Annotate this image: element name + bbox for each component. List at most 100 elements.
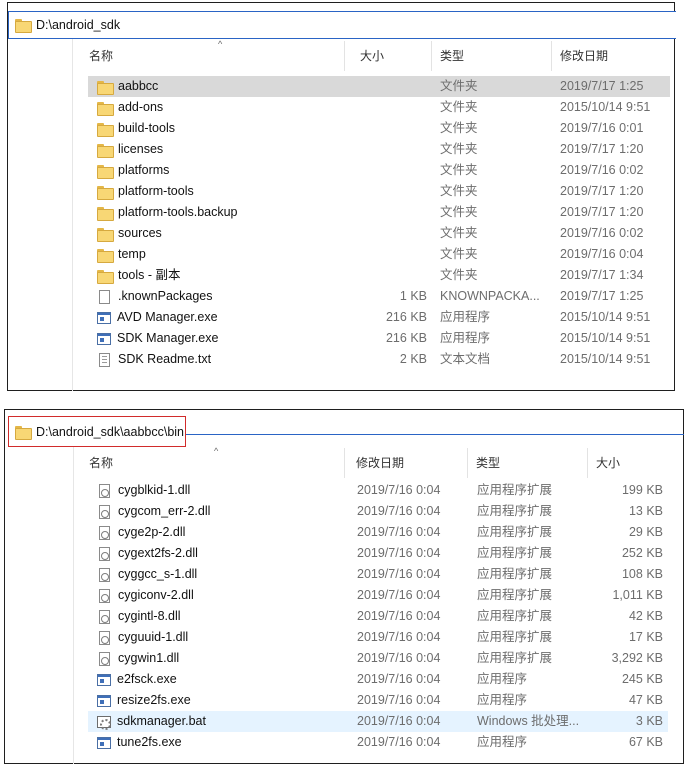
file-type: 文本文档 [440,352,491,366]
file-size: 3,292 KB [611,651,663,665]
file-row[interactable]: cygcom_err-2.dll 2019/7/16 0:04 应用程序扩展 13 K… [88,501,668,522]
file-type: 应用程序 [440,310,491,324]
file-size: 13 KB [628,504,663,518]
explorer-window-bin: D:\android_sdk\aabbcc\bin ^ 名称 修改日期 类型 大… [4,409,684,764]
folder-icon [97,80,114,95]
file-name-cell: cyggcc_s-1.dll [97,564,197,585]
file-modified-date: 2019/7/16 0:04 [357,567,441,581]
file-modified-date: 2019/7/16 0:04 [357,525,441,539]
file-name: SDK Readme.txt [118,352,212,366]
file-name-cell: e2fsck.exe [97,669,177,690]
file-row[interactable]: platforms 文件夹 2019/7/16 0:02 [88,160,670,181]
file-modified-date: 2019/7/16 0:04 [357,504,441,518]
file-row[interactable]: cyguuid-1.dll 2019/7/16 0:04 应用程序扩展 17 KB [88,627,668,648]
file-type: 文件夹 [440,268,478,282]
address-path: D:\android_sdk [36,18,121,32]
file-icon [99,289,110,304]
column-header-type[interactable]: 类型 [432,41,552,71]
file-type: 应用程序 [477,693,528,707]
column-header-size[interactable]: 大小 [352,41,432,71]
address-bar-edge [186,434,684,435]
file-row[interactable]: build-tools 文件夹 2019/7/16 0:01 [88,118,670,139]
file-modified-date: 2019/7/16 0:04 [357,693,441,707]
folder-icon [97,227,114,242]
file-name-cell: licenses [97,139,163,160]
column-header-row: ^ 名称 大小 类型 修改日期 [81,39,671,71]
file-modified-date: 2019/7/16 0:04 [357,630,441,644]
file-row[interactable]: e2fsck.exe 2019/7/16 0:04 应用程序 245 KB [88,669,668,690]
file-row[interactable]: sdkmanager.bat 2019/7/16 0:04 Windows 批处理.… [88,711,668,732]
file-name: platforms [118,163,170,177]
file-row[interactable]: resize2fs.exe 2019/7/16 0:04 应用程序 47 KB [88,690,668,711]
file-name-cell: sdkmanager.bat [97,711,206,732]
file-type: Windows 批处理... [477,714,580,728]
file-name: platform-tools [118,184,194,198]
column-header-name[interactable]: ^ 名称 [81,39,345,71]
file-name: sources [118,226,162,240]
file-type: 应用程序扩展 [477,588,553,602]
file-type: 应用程序扩展 [477,483,553,497]
file-name-cell: tune2fs.exe [97,732,182,753]
file-row[interactable]: aabbcc 文件夹 2019/7/17 1:25 [88,76,670,97]
file-row[interactable]: AVD Manager.exe 216 KB 应用程序 2015/10/14 9:51 [88,307,670,328]
file-name-cell: tools - 副本 [97,265,181,286]
file-row[interactable]: tune2fs.exe 2019/7/16 0:04 应用程序 67 KB [88,732,668,753]
file-row[interactable]: tools - 副本 文件夹 2019/7/17 1:34 [88,265,670,286]
file-row[interactable]: add-ons 文件夹 2015/10/14 9:51 [88,97,670,118]
column-header-date[interactable]: 修改日期 [552,41,670,71]
file-row[interactable]: SDK Manager.exe 216 KB 应用程序 2015/10/14 9:51 [88,328,670,349]
exe-icon [97,311,111,324]
address-bar[interactable]: D:\android_sdk [8,11,676,39]
file-name-cell: cygintl-8.dll [97,606,181,627]
file-row[interactable]: licenses 文件夹 2019/7/17 1:20 [88,139,670,160]
file-modified-date: 2019/7/16 0:04 [357,714,441,728]
file-row[interactable]: cygext2fs-2.dll 2019/7/16 0:04 应用程序扩展 252 K… [88,543,668,564]
file-row[interactable]: cygwin1.dll 2019/7/16 0:04 应用程序扩展 3,292 KB [88,648,668,669]
file-row[interactable]: platform-tools 文件夹 2019/7/17 1:20 [88,181,670,202]
file-size [352,202,427,223]
file-type: 应用程序扩展 [477,609,553,623]
file-name-cell: temp [97,244,146,265]
file-modified-date: 2019/7/17 1:25 [560,79,644,93]
file-row[interactable]: SDK Readme.txt 2 KB 文本文档 2015/10/14 9:51 [88,349,670,370]
column-header-size[interactable]: 大小 [588,448,667,478]
file-size [352,97,427,118]
file-row[interactable]: cyggcc_s-1.dll 2019/7/16 0:04 应用程序扩展 108 KB [88,564,668,585]
file-name-cell: sources [97,223,162,244]
file-row[interactable]: cygiconv-2.dll 2019/7/16 0:04 应用程序扩展 1,011 … [88,585,668,606]
file-row[interactable]: platform-tools.backup 文件夹 2019/7/17 1:20 [88,202,670,223]
exe-icon [97,736,111,749]
column-header-type[interactable]: 类型 [468,448,588,478]
file-name-cell: cyguuid-1.dll [97,627,188,648]
column-header-row: ^ 名称 修改日期 类型 大小 [81,446,667,478]
file-name: AVD Manager.exe [117,310,218,324]
folder-icon [97,101,114,116]
file-row[interactable]: cygintl-8.dll 2019/7/16 0:04 应用程序扩展 42 KB [88,606,668,627]
address-bar[interactable]: D:\android_sdk\aabbcc\bin [8,416,186,447]
file-modified-date: 2019/7/16 0:04 [560,247,644,261]
file-list: cygblkid-1.dll 2019/7/16 0:04 应用程序扩展 199 KB… [88,480,668,753]
file-name: cyggcc_s-1.dll [118,567,198,581]
file-modified-date: 2015/10/14 9:51 [560,310,651,324]
column-header-label: 大小 [596,456,621,470]
file-name: build-tools [118,121,175,135]
column-header-name[interactable]: ^ 名称 [81,446,345,478]
file-type: 应用程序 [440,331,491,345]
file-size [352,265,427,286]
column-header-date[interactable]: 修改日期 [348,448,468,478]
file-type: 应用程序扩展 [477,651,553,665]
file-row[interactable]: temp 文件夹 2019/7/16 0:04 [88,244,670,265]
dll-icon [99,525,110,540]
file-size [352,244,427,265]
file-row[interactable]: .knownPackages 1 KB KNOWNPACKA... 2019/7/17… [88,286,670,307]
file-size: 1,011 KB [612,588,663,602]
file-size [352,223,427,244]
folder-icon [97,248,114,263]
file-type: 文件夹 [440,79,478,93]
file-row[interactable]: sources 文件夹 2019/7/16 0:02 [88,223,670,244]
file-row[interactable]: cygblkid-1.dll 2019/7/16 0:04 应用程序扩展 199 KB [88,480,668,501]
sort-up-icon: ^ [218,39,223,49]
file-row[interactable]: cyge2p-2.dll 2019/7/16 0:04 应用程序扩展 29 KB [88,522,668,543]
column-header-label: 修改日期 [560,49,609,63]
file-name: cygblkid-1.dll [118,483,191,497]
